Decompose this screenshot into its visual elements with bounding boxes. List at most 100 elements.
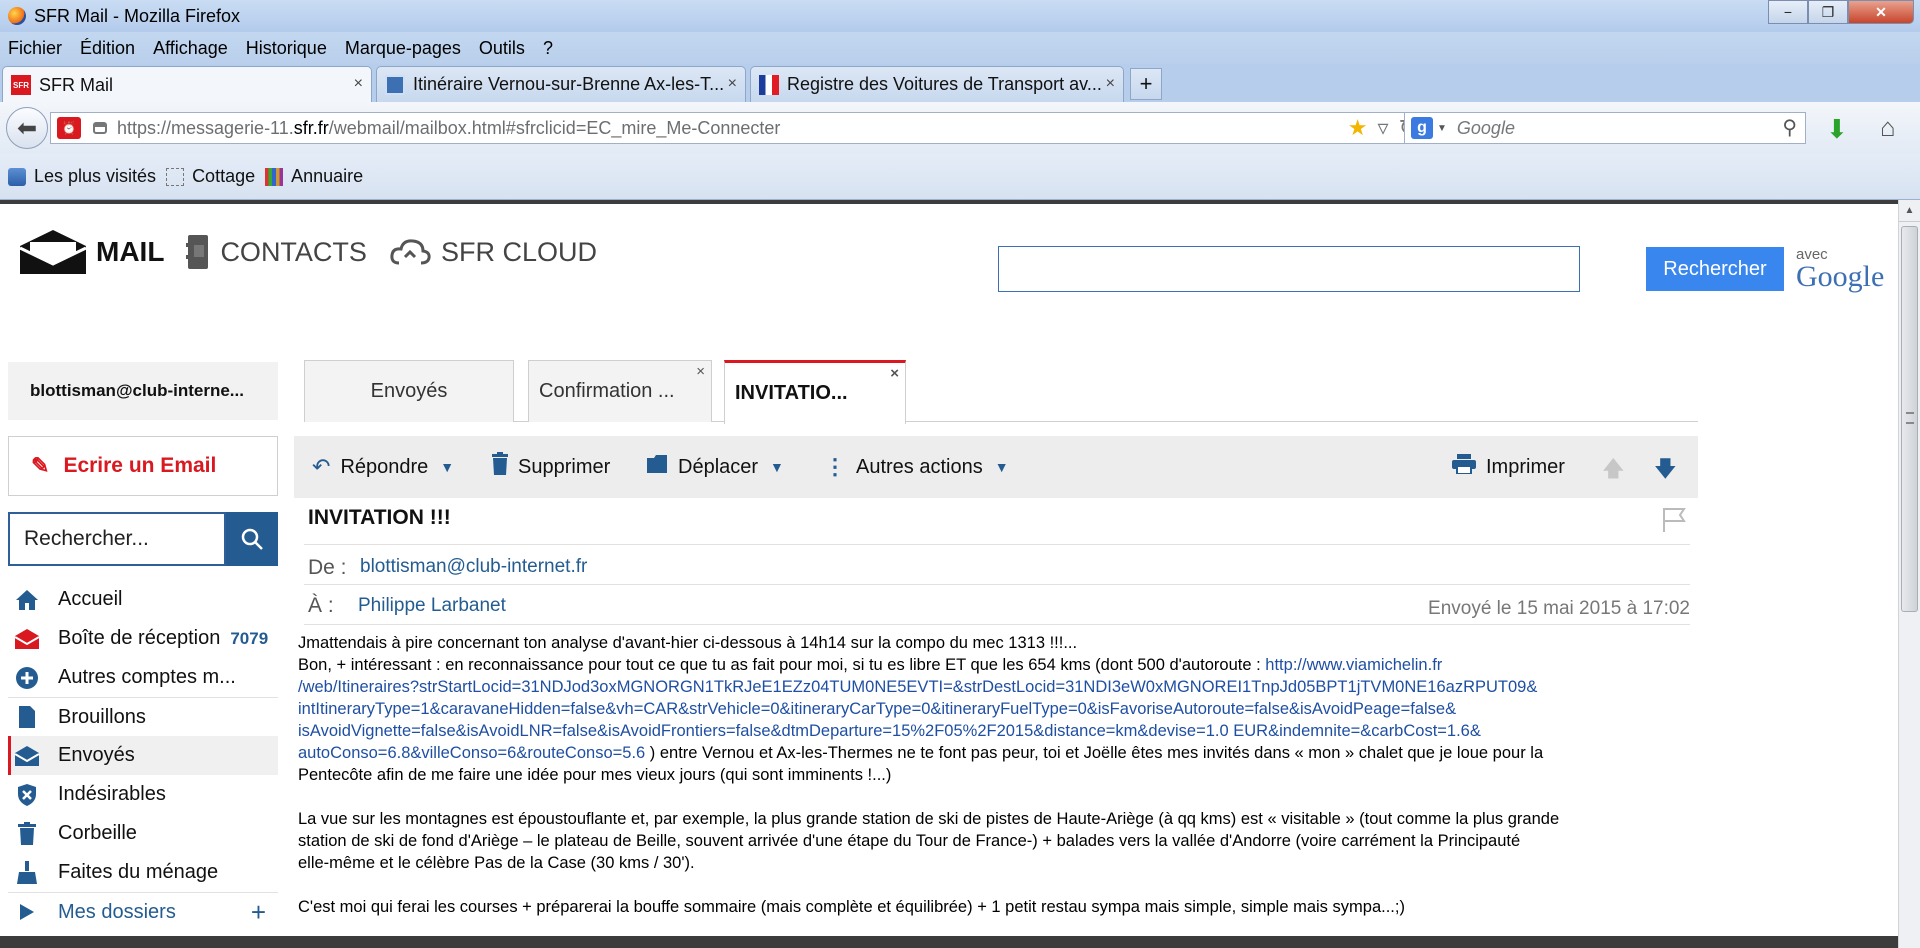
unread-count: 7079 — [230, 628, 269, 648]
tab-close-icon[interactable]: × — [728, 75, 737, 93]
search-icon[interactable]: ⚲ — [1782, 115, 1797, 140]
folder-label: Autres comptes m... — [58, 666, 236, 688]
header-divider — [304, 584, 1690, 585]
close-window-button[interactable]: ✕ — [1848, 0, 1914, 24]
tab-close-icon[interactable]: × — [354, 75, 363, 93]
recipient-name[interactable]: Philippe Larbanet — [358, 595, 506, 617]
reply-button[interactable]: ↶ Répondre ▼ — [312, 436, 454, 498]
web-search-input[interactable] — [998, 246, 1580, 292]
mail-search-button[interactable] — [226, 512, 278, 566]
sent-date: Envoyé le 15 mai 2015 à 17:02 — [1428, 598, 1690, 619]
print-button[interactable]: Imprimer — [1452, 436, 1565, 498]
back-button[interactable]: ⬅ — [6, 107, 48, 149]
home-icon[interactable]: ⌂ — [1880, 112, 1896, 143]
site-identity-icon[interactable]: ⏰ — [57, 117, 81, 139]
folder-accueil[interactable]: Accueil — [8, 580, 278, 619]
body-text: C'est moi qui ferai les courses + prépar… — [298, 898, 1405, 916]
nav-contacts-link[interactable]: CONTACTS — [220, 237, 367, 268]
previous-message-icon[interactable]: 🡅 — [1602, 452, 1625, 490]
search-engine-placeholder: Google — [1456, 117, 1515, 138]
menu-marque-pages[interactable]: Marque-pages — [345, 38, 461, 59]
menu-help[interactable]: ? — [543, 38, 553, 59]
scroll-up-icon[interactable]: ▲ — [1899, 200, 1920, 222]
home-icon — [14, 587, 40, 613]
rechercher-button[interactable]: Rechercher — [1646, 247, 1784, 291]
close-icon[interactable]: × — [696, 363, 705, 380]
cloud-sync-icon — [390, 239, 431, 265]
chevron-down-icon: ▼ — [770, 459, 784, 475]
folder-drafts[interactable]: Brouillons — [8, 697, 278, 736]
nav-sfr-cloud-link[interactable]: SFR CLOUD — [441, 237, 597, 268]
browser-tab-itineraire[interactable]: Itinéraire Vernou-sur-Brenne Ax-les-T...… — [376, 66, 746, 102]
menu-fichier[interactable]: Fichier — [8, 38, 62, 59]
back-arrow-icon: ⬅ — [16, 114, 38, 142]
next-message-icon[interactable]: 🡇 — [1654, 452, 1677, 490]
account-selector[interactable]: blottisman@club-interne... — [8, 362, 278, 420]
dropdown-arrow-icon[interactable]: ▿ — [1378, 115, 1389, 141]
bookmark-label: Annuaire — [291, 166, 364, 186]
search-engine-bar[interactable]: g ▼ Google ⚲ — [1404, 112, 1806, 144]
scrollbar-thumb[interactable] — [1901, 226, 1918, 612]
folder-icon — [646, 454, 668, 480]
minimize-button[interactable]: − — [1768, 0, 1808, 24]
folder-my-folders[interactable]: Mes dossiers + — [8, 892, 278, 931]
page-scrollbar[interactable]: ▲ — [1898, 200, 1920, 948]
mail-tab-label: INVITATIO... — [735, 382, 848, 404]
folder-spam[interactable]: Indésirables — [8, 775, 278, 814]
menu-bar: Fichier Édition Affichage Historique Mar… — [0, 32, 1920, 64]
folder-sent[interactable]: Envoyés — [8, 736, 278, 775]
body-text: La vue sur les montagnes est époustoufla… — [298, 810, 1560, 828]
mail-search-input[interactable]: Rechercher... — [8, 512, 226, 566]
engine-dropdown-icon[interactable]: ▼ — [1437, 123, 1447, 134]
browser-tab-bar: SFR SFR Mail × Itinéraire Vernou-sur-Bre… — [0, 64, 1920, 103]
printer-icon — [1452, 454, 1476, 480]
new-tab-button[interactable]: + — [1130, 68, 1162, 100]
tab-close-icon[interactable]: × — [1106, 75, 1115, 93]
move-button[interactable]: Déplacer ▼ — [646, 436, 784, 498]
maximize-button[interactable]: ❐ — [1808, 0, 1848, 24]
write-email-button[interactable]: ✎ Ecrire un Email — [8, 436, 278, 496]
france-flag-favicon-icon — [759, 74, 779, 95]
mail-search-placeholder: Rechercher... — [24, 527, 149, 550]
close-icon[interactable]: × — [890, 365, 899, 382]
nav-mail-link[interactable]: MAIL — [96, 236, 164, 268]
address-bar[interactable]: ⏰ https://messagerie-11.sfr.fr/webmail/m… — [50, 112, 1426, 144]
sfr-favicon-icon: SFR — [11, 75, 31, 95]
flag-icon[interactable] — [1660, 506, 1688, 534]
folder-other-accounts[interactable]: Autres comptes m... — [8, 658, 278, 697]
folder-label: Accueil — [58, 588, 123, 610]
blank-page-icon — [166, 167, 185, 186]
folder-cleanup[interactable]: Faites du ménage — [8, 853, 278, 892]
menu-outils[interactable]: Outils — [479, 38, 525, 59]
mail-tab-confirmation[interactable]: Confirmation ... × — [528, 360, 712, 422]
menu-affichage[interactable]: Affichage — [153, 38, 228, 59]
folder-label: Corbeille — [58, 822, 137, 844]
bookmark-label: Les plus visités — [34, 166, 157, 186]
window-controls: − ❐ ✕ — [1768, 0, 1914, 24]
more-actions-button[interactable]: ⋮ Autres actions ▼ — [824, 436, 1009, 498]
folder-label: Indésirables — [58, 783, 166, 805]
tab-label: Itinéraire Vernou-sur-Brenne Ax-les-T... — [413, 74, 725, 94]
bookmark-most-visited[interactable]: Les plus visités — [8, 166, 156, 187]
inbox-icon — [14, 626, 40, 652]
folder-trash[interactable]: Corbeille — [8, 814, 278, 853]
browser-tab-sfr-mail[interactable]: SFR SFR Mail × — [2, 66, 372, 103]
mail-tab-envoyes[interactable]: Envoyés — [304, 360, 514, 422]
delete-button[interactable]: Supprimer — [492, 436, 610, 498]
menu-edition[interactable]: Édition — [80, 38, 135, 59]
body-paragraph: Jmattendais à pire concernant ton analys… — [298, 632, 1690, 786]
mail-tab-invitation[interactable]: INVITATIO... × — [724, 360, 906, 424]
vertical-dots-icon: ⋮ — [824, 454, 846, 479]
bookmark-star-icon[interactable]: ★ — [1348, 115, 1368, 141]
bookmark-cottage[interactable]: Cottage — [166, 166, 255, 187]
google-engine-icon[interactable]: g — [1411, 117, 1433, 139]
menu-historique[interactable]: Historique — [246, 38, 327, 59]
url-text[interactable]: https://messagerie-11.sfr.fr/webmail/mai… — [117, 118, 780, 139]
browser-tab-registre[interactable]: Registre des Voitures de Transport av...… — [750, 66, 1124, 102]
folder-inbox[interactable]: Boîte de réception 7079 — [8, 619, 278, 658]
download-icon[interactable]: ⬇ — [1826, 114, 1848, 145]
add-folder-icon[interactable]: + — [251, 897, 266, 928]
sender-address[interactable]: blottisman@club-internet.fr — [360, 556, 587, 578]
bookmark-annuaire[interactable]: Annuaire — [265, 166, 363, 187]
window-title: SFR Mail - Mozilla Firefox — [34, 5, 241, 26]
